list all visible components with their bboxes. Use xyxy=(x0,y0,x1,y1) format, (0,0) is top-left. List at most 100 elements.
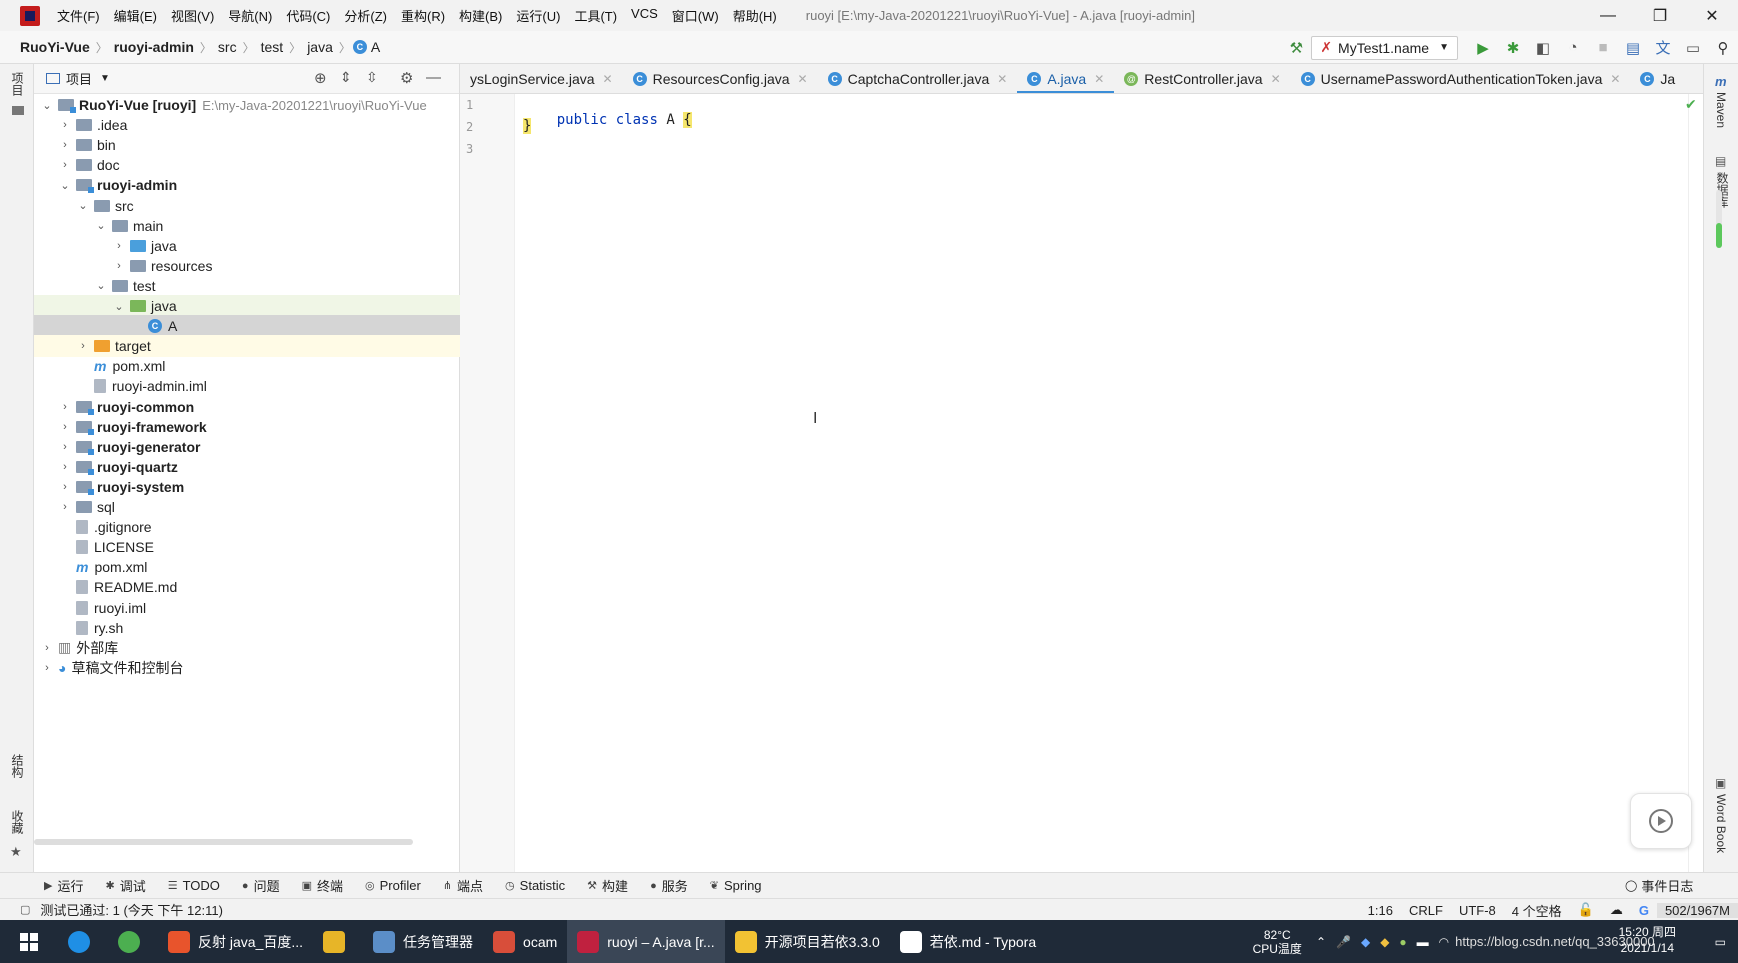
menu-item[interactable]: 导航(N) xyxy=(221,6,279,25)
chevron-down-icon[interactable]: ▼ xyxy=(100,73,110,84)
close-icon[interactable]: ✕ xyxy=(1686,0,1738,31)
bottom-tool-button[interactable]: ▶ 运行 xyxy=(44,876,83,895)
editor-tab[interactable]: C A.java ✕ xyxy=(1017,64,1115,93)
coverage-icon[interactable]: ◧ xyxy=(1532,37,1554,59)
chevron-up-icon[interactable]: ⌃ xyxy=(1316,935,1326,949)
editor-tab[interactable]: C UsernamePasswordAuthenticationToken.jav… xyxy=(1291,64,1631,93)
profile-icon[interactable]: ◔ xyxy=(1562,37,1584,59)
indent-setting[interactable]: 4 个空格 xyxy=(1504,901,1570,920)
tray-app-icon[interactable]: ◆ xyxy=(1380,935,1389,949)
tree-node[interactable]: › ruoyi-framework xyxy=(34,416,460,438)
tree-node[interactable]: › sql xyxy=(34,496,460,518)
project-tool-tab[interactable]: 项目 xyxy=(9,72,26,96)
chevron-right-icon[interactable]: › xyxy=(58,119,72,131)
bottom-tool-button[interactable]: ⚒ 构建 xyxy=(587,876,628,895)
editor-tab[interactable]: C CaptchaController.java ✕ xyxy=(818,64,1018,93)
tree-node[interactable]: m pom.xml xyxy=(34,556,460,578)
chevron-right-icon[interactable]: › xyxy=(58,501,72,513)
menu-item[interactable]: 工具(T) xyxy=(567,6,624,25)
build-hammer-icon[interactable]: ⚒ xyxy=(1285,37,1307,59)
run-icon[interactable]: ▶ xyxy=(1472,37,1494,59)
chevron-down-icon[interactable]: ⌄ xyxy=(58,179,72,192)
run-config-select[interactable]: ✗ MyTest1.name ▼ xyxy=(1311,35,1458,60)
chevron-right-icon[interactable]: › xyxy=(40,642,54,654)
breadcrumb-project[interactable]: RuoYi-Vue xyxy=(16,39,94,55)
google-icon[interactable]: G xyxy=(1631,903,1657,918)
scroll-thumb[interactable] xyxy=(1716,223,1722,248)
tree-node[interactable]: ruoyi-admin.iml xyxy=(34,375,460,397)
chevron-down-icon[interactable]: ⌄ xyxy=(94,219,108,232)
menu-item[interactable]: 分析(Z) xyxy=(337,6,394,25)
tree-node[interactable]: › ruoyi-system xyxy=(34,476,460,498)
wordbook-tool-tab[interactable]: Word Book xyxy=(1714,794,1728,853)
tree-node[interactable]: ⌄ RuoYi-Vue [ruoyi] E:\my-Java-20201221\ru… xyxy=(34,94,460,116)
tree-node[interactable]: › ruoyi-generator xyxy=(34,436,460,458)
tree-node[interactable]: m pom.xml xyxy=(34,355,460,377)
tree-node[interactable]: ruoyi.iml xyxy=(34,597,460,619)
tree-node[interactable]: CA xyxy=(34,315,460,338)
menu-item[interactable]: 编辑(E) xyxy=(107,6,164,25)
lock-icon[interactable]: 🔓 xyxy=(1570,902,1602,918)
bottom-tool-button[interactable]: ● 服务 xyxy=(650,876,688,895)
tree-node[interactable]: ⌄ src xyxy=(34,195,460,217)
menu-item[interactable]: 帮助(H) xyxy=(726,6,784,25)
caret-position[interactable]: 1:16 xyxy=(1360,903,1401,918)
locate-file-icon[interactable]: ⊕ xyxy=(314,69,327,87)
stop-icon[interactable]: ■ xyxy=(1592,37,1614,59)
tray-app-icon[interactable]: ◆ xyxy=(1361,935,1370,949)
menu-item[interactable]: 代码(C) xyxy=(279,6,337,25)
tree-node[interactable]: › ◕ 草稿文件和控制台 xyxy=(34,657,460,679)
bottom-tool-button[interactable]: ✱ 调试 xyxy=(105,876,145,895)
project-structure-icon[interactable]: ▤ xyxy=(1622,37,1644,59)
tree-node[interactable]: ⌄ ruoyi-admin xyxy=(34,174,460,196)
tree-node[interactable]: › .idea xyxy=(34,114,460,136)
chevron-down-icon[interactable]: ⌄ xyxy=(40,99,54,112)
hide-panel-icon[interactable]: — xyxy=(426,69,441,86)
event-log-button[interactable]: ◯ 事件日志 xyxy=(1625,876,1693,895)
bottom-tool-button[interactable]: ❦ Spring xyxy=(710,878,762,893)
bottom-tool-button[interactable]: ⋔ 端点 xyxy=(443,876,483,895)
editor-tab[interactable]: C ResourcesConfig.java ✕ xyxy=(623,64,818,93)
chevron-right-icon[interactable]: › xyxy=(58,421,72,433)
chevron-down-icon[interactable]: ⌄ xyxy=(94,279,108,292)
status-panel-icon[interactable]: ▢ xyxy=(20,903,30,916)
breadcrumb-class[interactable]: A xyxy=(367,39,384,55)
breadcrumb-test[interactable]: test xyxy=(257,39,288,55)
tree-node[interactable]: › target xyxy=(34,335,460,358)
chevron-right-icon[interactable]: › xyxy=(40,662,54,674)
chevron-right-icon[interactable]: › xyxy=(58,461,72,473)
maven-tool-tab[interactable]: Maven xyxy=(1714,92,1728,128)
memory-indicator[interactable]: 502/1967M xyxy=(1656,902,1738,918)
notification-icon[interactable]: ▭ xyxy=(1715,935,1726,949)
tree-node[interactable]: ⌄ java xyxy=(34,295,460,317)
restore-icon[interactable]: ❐ xyxy=(1634,0,1686,31)
chevron-right-icon[interactable]: › xyxy=(58,159,72,171)
network-icon[interactable]: ◠ xyxy=(1439,935,1449,949)
tree-node[interactable]: › ruoyi-common xyxy=(34,396,460,418)
menu-item[interactable]: 文件(F) xyxy=(50,6,107,25)
minimize-icon[interactable]: — xyxy=(1582,0,1634,31)
taskbar-app[interactable]: 任务管理器 xyxy=(363,920,483,963)
cpu-temp[interactable]: 82°C CPU温度 xyxy=(1253,928,1302,956)
tree-node[interactable]: › doc xyxy=(34,154,460,176)
tray-app-icon[interactable]: ● xyxy=(1399,935,1406,949)
menu-item[interactable]: 构建(B) xyxy=(452,6,509,25)
bottom-tool-button[interactable]: ◷ Statistic xyxy=(505,878,565,893)
collapse-all-icon[interactable]: ⇳ xyxy=(366,69,378,86)
tree-node[interactable]: › java xyxy=(34,235,460,257)
taskbar-app[interactable]: 开源项目若依3.3.0 xyxy=(725,920,890,963)
taskbar-app[interactable]: ocam xyxy=(483,920,567,963)
microphone-icon[interactable]: 🎤 xyxy=(1336,935,1351,949)
horizontal-scrollbar[interactable] xyxy=(34,839,413,845)
chevron-right-icon[interactable]: › xyxy=(58,481,72,493)
editor-tab[interactable]: C Ja xyxy=(1630,64,1685,93)
breadcrumb-java[interactable]: java xyxy=(303,39,337,55)
edge-browser-icon[interactable] xyxy=(58,920,108,963)
battery-icon[interactable]: ▬ xyxy=(1417,935,1429,949)
tree-node[interactable]: ⌄ main xyxy=(34,215,460,237)
taskbar-app[interactable] xyxy=(313,920,363,963)
line-separator[interactable]: CRLF xyxy=(1401,903,1451,918)
menu-item[interactable]: 窗口(W) xyxy=(665,6,726,25)
tree-node[interactable]: README.md xyxy=(34,576,460,598)
video-play-button[interactable] xyxy=(1630,793,1692,849)
